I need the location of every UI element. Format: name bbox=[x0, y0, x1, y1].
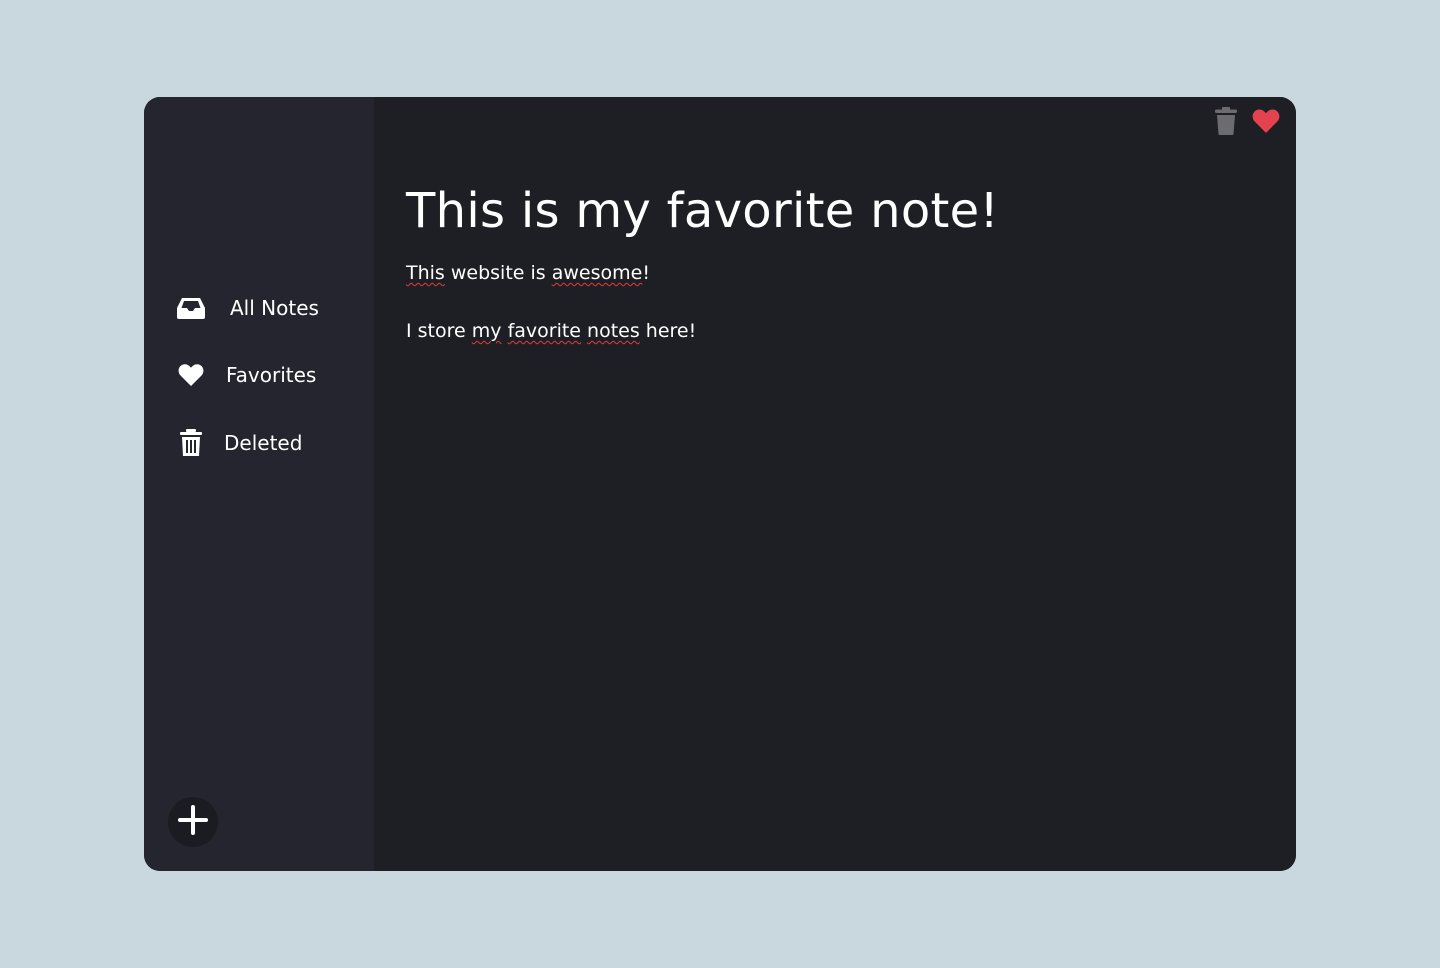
sidebar-item-label: All Notes bbox=[230, 296, 319, 320]
sidebar-item-all-notes[interactable]: All Notes bbox=[176, 292, 319, 324]
note-body[interactable]: This website is awesome! I store my favo… bbox=[406, 259, 1266, 375]
add-note-button[interactable] bbox=[168, 797, 218, 847]
trash-icon bbox=[176, 428, 206, 458]
inbox-icon bbox=[176, 293, 206, 323]
note-editor: This is my favorite note! This website i… bbox=[374, 97, 1296, 871]
misspelled-word: notes bbox=[587, 320, 640, 342]
heart-icon bbox=[1252, 108, 1280, 138]
note-text: here! bbox=[639, 320, 697, 342]
sidebar-item-label: Deleted bbox=[224, 431, 303, 455]
sidebar-item-favorites[interactable]: Favorites bbox=[176, 359, 316, 391]
notes-app-window: All Notes Favorites Deleted This is my f… bbox=[144, 97, 1296, 871]
misspelled-word: awesome bbox=[551, 262, 643, 284]
misspelled-word: my bbox=[471, 320, 502, 342]
heart-icon bbox=[176, 360, 206, 390]
misspelled-word: This bbox=[406, 262, 445, 284]
note-toolbar bbox=[1212, 107, 1280, 139]
sidebar-item-label: Favorites bbox=[226, 363, 317, 387]
misspelled-word: favorite bbox=[507, 320, 581, 342]
trash-icon bbox=[1214, 107, 1238, 139]
note-text: website is bbox=[444, 262, 552, 284]
note-text: I store bbox=[406, 320, 472, 342]
sidebar: All Notes Favorites Deleted bbox=[144, 97, 374, 871]
note-paragraph: I store my favorite notes here! bbox=[406, 317, 1266, 346]
sidebar-item-deleted[interactable]: Deleted bbox=[176, 427, 302, 459]
note-text: ! bbox=[642, 262, 650, 284]
note-paragraph: This website is awesome! bbox=[406, 259, 1266, 288]
favorite-note-button[interactable] bbox=[1252, 109, 1280, 137]
note-title[interactable]: This is my favorite note! bbox=[406, 183, 999, 239]
plus-icon bbox=[177, 804, 209, 840]
delete-note-button[interactable] bbox=[1212, 107, 1240, 139]
